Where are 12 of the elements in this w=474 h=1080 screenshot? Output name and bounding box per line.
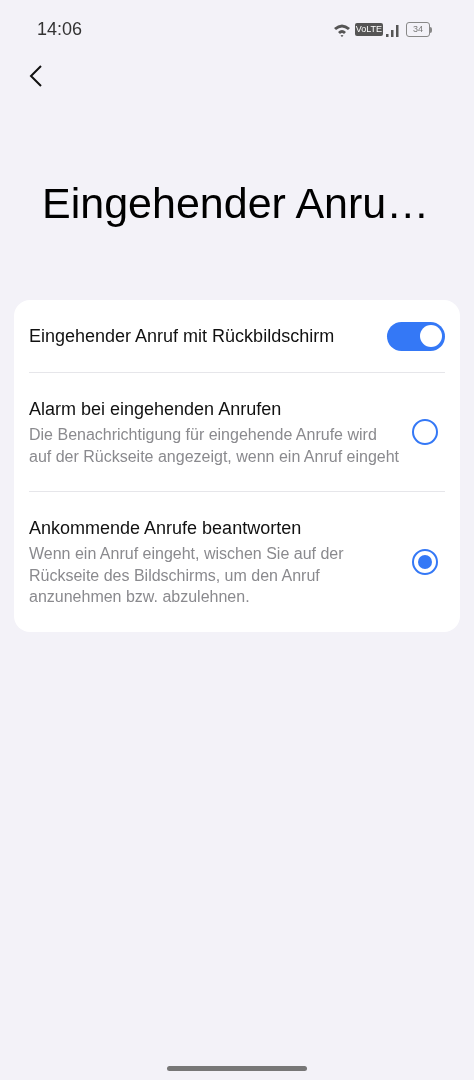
- setting-title: Ankommende Anrufe beantworten: [29, 517, 303, 540]
- radio-button[interactable]: [412, 548, 438, 575]
- clock: 14:06: [37, 18, 83, 41]
- toggle-switch[interactable]: [387, 321, 445, 351]
- battery-icon: 34: [406, 22, 432, 37]
- network-badge: VoLTE: [354, 23, 383, 36]
- radio-button[interactable]: [412, 419, 438, 445]
- setting-title: Alarm bei eingehenden Anrufen: [29, 398, 283, 421]
- setting-description: Die Benachrichtigung für eingehende Anrufe wird auf der Rückseite angezeigt, wenn ein Anruf eingeht: [29, 425, 400, 467]
- setting-description: Wenn ein Anruf eingeht, wischen Sie auf der Rückseite des Bildschirms, um den Anruf anzunehmen bzw. abzulehnen.: [29, 544, 345, 607]
- page-title: Eingehender Anru…: [42, 178, 431, 228]
- setting-title: Eingehender Anruf mit Rückbildschirm: [29, 325, 335, 348]
